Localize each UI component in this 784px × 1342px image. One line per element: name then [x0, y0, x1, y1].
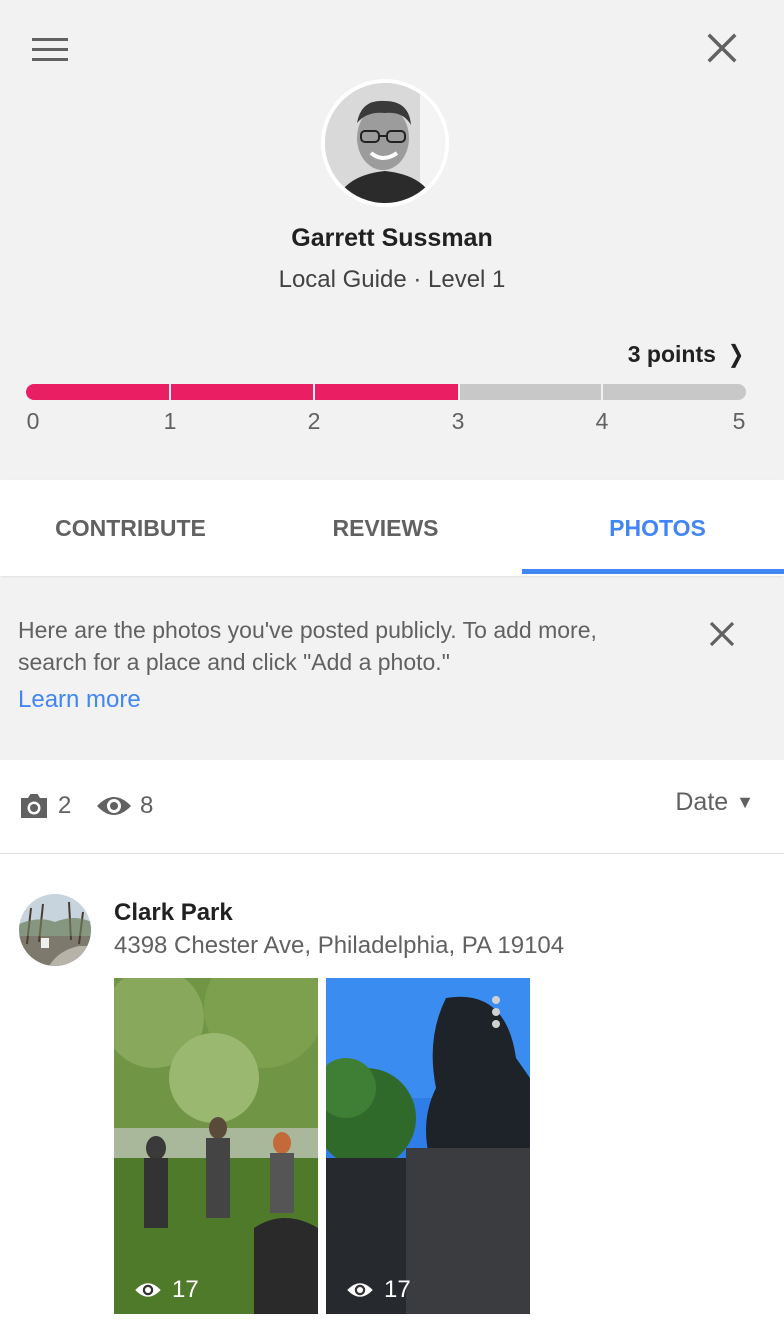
profile-header: Garrett Sussman Local Guide · Level 1 3 …	[0, 0, 784, 480]
progress-tick: 5	[732, 408, 746, 434]
progress-segment	[603, 384, 746, 400]
points-link[interactable]: 3 points ❯	[628, 340, 746, 369]
caret-down-icon: ▼	[736, 792, 754, 812]
progress-tick: 3	[451, 408, 465, 434]
profile-tabs: CONTRIBUTE REVIEWS PHOTOS	[0, 480, 784, 576]
close-icon[interactable]	[704, 616, 740, 652]
tab-contribute[interactable]: CONTRIBUTE	[0, 480, 261, 576]
photo-view-value: 17	[172, 1276, 199, 1303]
profile-level: Local Guide · Level 1	[278, 266, 506, 293]
progress-segment	[315, 384, 458, 400]
place-name[interactable]: Clark Park	[114, 899, 233, 927]
photo-count-value: 2	[58, 792, 72, 819]
photo-view-value: 17	[384, 1276, 411, 1303]
profile-name: Garrett Sussman	[291, 224, 493, 252]
place-photo[interactable]: 17	[114, 978, 318, 1314]
camera-icon	[21, 794, 47, 818]
level-progress-bar	[26, 384, 746, 400]
progress-segment	[171, 384, 313, 400]
close-icon[interactable]	[702, 28, 742, 68]
place-photo-entry: Clark Park 4398 Chester Ave, Philadelphi…	[0, 855, 784, 1342]
tab-photos[interactable]: PHOTOS	[527, 480, 784, 576]
progress-segment	[26, 384, 169, 400]
view-count: 8	[96, 790, 153, 822]
hamburger-menu-icon[interactable]	[32, 38, 68, 62]
progress-tick: 2	[307, 408, 321, 434]
active-tab-indicator	[522, 569, 784, 574]
eye-icon	[135, 1283, 161, 1297]
eye-icon	[97, 797, 131, 815]
learn-more-link[interactable]: Learn more	[18, 686, 141, 714]
photo-view-count: 17	[134, 1276, 199, 1304]
chevron-right-icon: ❯	[727, 341, 744, 368]
photos-info-banner: Here are the photos you've posted public…	[0, 578, 784, 760]
info-banner-text: Here are the photos you've posted public…	[18, 617, 597, 675]
tab-reviews[interactable]: REVIEWS	[255, 480, 516, 576]
photo-stats-bar: 2 8 Date ▼	[0, 760, 784, 854]
photo-count: 2	[18, 790, 71, 822]
progress-segment	[460, 384, 601, 400]
photo-view-count: 17	[346, 1276, 411, 1304]
progress-tick: 4	[595, 408, 609, 434]
avatar	[321, 79, 449, 207]
progress-tick: 0	[26, 408, 40, 434]
sort-label: Date	[675, 788, 729, 816]
place-address: 4398 Chester Ave, Philadelphia, PA 19104	[114, 932, 565, 959]
view-count-value: 8	[140, 792, 154, 819]
place-thumbnail[interactable]	[19, 894, 91, 966]
points-label: 3 points	[627, 341, 716, 367]
eye-icon	[347, 1283, 373, 1297]
progress-tick: 1	[163, 408, 177, 434]
sort-dropdown[interactable]: Date ▼	[675, 788, 754, 817]
place-photo[interactable]: 17	[326, 978, 530, 1314]
